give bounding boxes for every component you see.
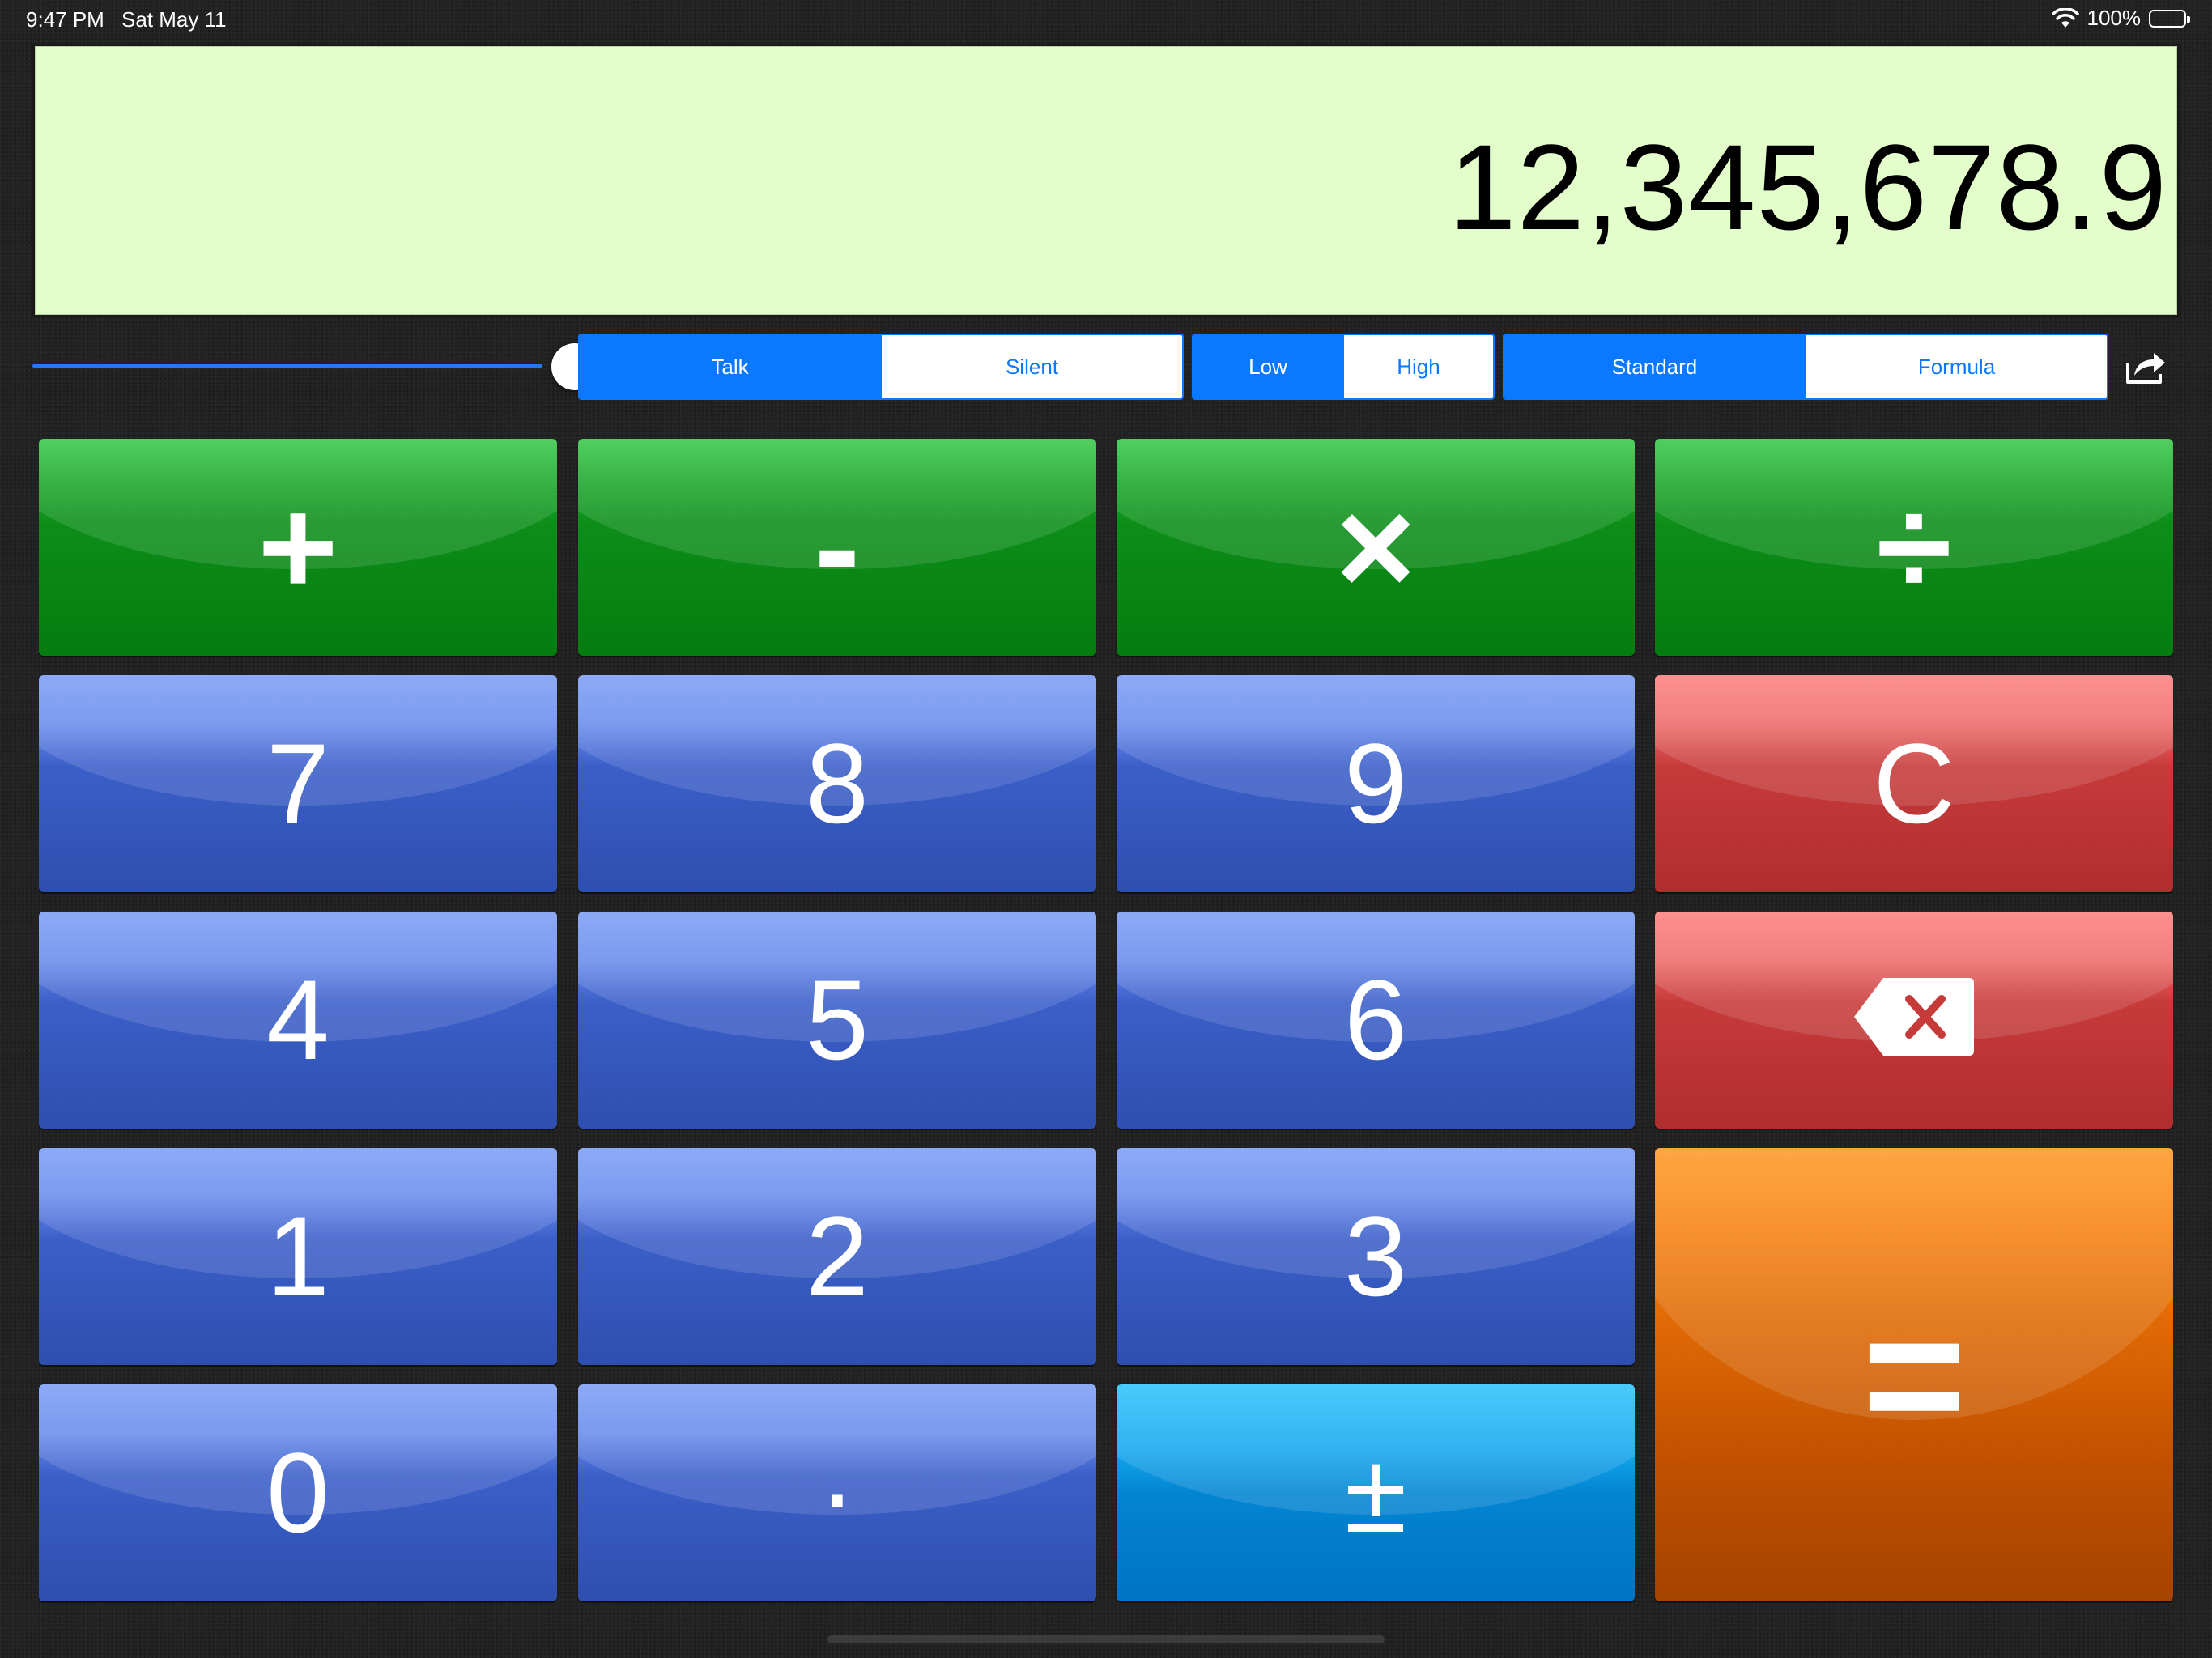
key-3[interactable]: 3	[1117, 1148, 1635, 1365]
plus-minus-label: ±	[1344, 1429, 1407, 1556]
key-8-label: 8	[806, 720, 869, 847]
decimal-label: ·	[818, 1429, 857, 1556]
key-9-label: 9	[1344, 720, 1407, 847]
backspace-button[interactable]	[1655, 912, 2173, 1129]
key-5-label: 5	[806, 956, 869, 1083]
key-6[interactable]: 6	[1117, 912, 1635, 1129]
mode-segmented-control[interactable]: Standard Formula	[1503, 334, 2108, 400]
slider-track	[32, 364, 542, 368]
backspace-icon	[1851, 954, 1977, 1086]
wifi-icon	[2051, 6, 2079, 29]
speech-mode-segmented-control[interactable]: Talk Silent	[578, 334, 1184, 400]
home-indicator	[827, 1635, 1385, 1643]
equals-button[interactable]: =	[1655, 1148, 2173, 1601]
status-bar: 9:47 PM Sat May 11 100%	[0, 0, 2212, 39]
key-7[interactable]: 7	[39, 675, 557, 892]
divide-label: ÷	[1876, 470, 1952, 624]
battery-percent: 100%	[2087, 6, 2142, 30]
key-9[interactable]: 9	[1117, 675, 1635, 892]
calculator-display: 12,345,678.9	[32, 44, 2180, 317]
key-3-label: 3	[1344, 1192, 1407, 1320]
plus-minus-button[interactable]: ±	[1117, 1384, 1635, 1601]
display-value: 12,345,678.9	[1448, 119, 2167, 255]
key-1-label: 1	[266, 1192, 330, 1320]
key-5[interactable]: 5	[578, 912, 1096, 1129]
segment-talk[interactable]: Talk	[580, 335, 880, 398]
multiply-button[interactable]: ×	[1117, 439, 1635, 656]
equals-label: =	[1861, 1274, 1967, 1474]
status-right: 100%	[2051, 6, 2190, 31]
plus-button[interactable]: +	[39, 439, 557, 656]
multiply-label: ×	[1335, 470, 1416, 624]
decimal-button[interactable]: ·	[578, 1384, 1096, 1601]
key-0-label: 0	[266, 1429, 330, 1556]
share-icon[interactable]	[2123, 346, 2168, 387]
segment-standard[interactable]: Standard	[1504, 335, 1805, 398]
key-2[interactable]: 2	[578, 1148, 1096, 1365]
segment-low[interactable]: Low	[1193, 335, 1342, 398]
volume-slider[interactable]	[32, 337, 598, 395]
status-time: 9:47 PM	[26, 7, 104, 32]
key-2-label: 2	[806, 1192, 869, 1320]
key-6-label: 6	[1344, 956, 1407, 1083]
key-7-label: 7	[266, 720, 330, 847]
segment-formula[interactable]: Formula	[1805, 335, 2107, 398]
clear-label: C	[1873, 720, 1955, 847]
key-1[interactable]: 1	[39, 1148, 557, 1365]
segment-silent[interactable]: Silent	[880, 335, 1182, 398]
key-0[interactable]: 0	[39, 1384, 557, 1601]
key-8[interactable]: 8	[578, 675, 1096, 892]
key-4[interactable]: 4	[39, 912, 557, 1129]
battery-icon	[2149, 9, 2190, 28]
plus-label: +	[257, 470, 338, 624]
clear-button[interactable]: C	[1655, 675, 2173, 892]
divide-button[interactable]: ÷	[1655, 439, 2173, 656]
minus-button[interactable]: -	[578, 439, 1096, 656]
status-date: Sat May 11	[121, 7, 227, 32]
key-4-label: 4	[266, 956, 330, 1083]
minus-label: -	[814, 470, 861, 624]
pitch-segmented-control[interactable]: Low High	[1192, 334, 1495, 400]
segment-high[interactable]: High	[1342, 335, 1493, 398]
